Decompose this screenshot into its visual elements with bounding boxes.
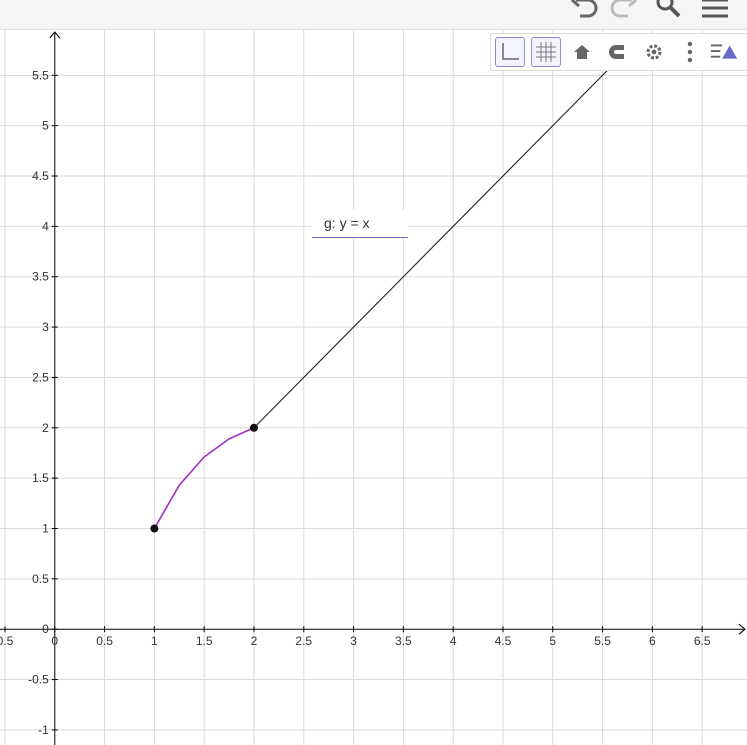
style-bar-toggle-button[interactable]: [709, 37, 739, 67]
y-tick-label: 0.5: [32, 572, 49, 586]
x-tick-label: 0.5: [96, 634, 113, 648]
home-button[interactable]: [567, 37, 597, 67]
x-tick-label: 6: [649, 634, 656, 648]
object-label[interactable]: g: y = x: [312, 210, 408, 238]
x-tick-label: 2: [251, 634, 258, 648]
top-toolbar: [0, 0, 747, 30]
grid-icon: [536, 42, 556, 62]
x-tick-label: 3.5: [395, 634, 412, 648]
menu-icon[interactable]: [698, 0, 734, 22]
settings-button[interactable]: [639, 37, 669, 67]
y-tick-label: 1.5: [32, 471, 49, 485]
y-tick-label: 2: [42, 421, 49, 435]
axes-toggle-button[interactable]: [495, 37, 525, 67]
y-tick-label: 5: [42, 119, 49, 133]
y-tick-label: 5.5: [32, 68, 49, 82]
y-tick-label: 3: [42, 320, 49, 334]
x-tick-label: 1: [151, 634, 158, 648]
x-tick-label: 2.5: [295, 634, 312, 648]
gear-icon: [646, 44, 662, 60]
search-icon[interactable]: [650, 0, 686, 22]
style-bar-icon: [710, 44, 738, 59]
axis-tick-labels: 0.5 0 0.5 1 1.5 2 2.5 3 3.5 4 4.5 5 5.5 6 6.5 5.5 5 4.5 4 3…: [0, 68, 711, 737]
x-tick-label: 0: [51, 634, 58, 648]
x-tick-label: 3: [350, 634, 357, 648]
x-tick-label: 4.5: [495, 634, 512, 648]
graphics-view[interactable]: 0.5 0 0.5 1 1.5 2 2.5 3 3.5 4 4.5 5 5.5 6 6.5 5.5 5 4.5 4 3…: [0, 30, 747, 745]
magnet-icon: [609, 45, 624, 59]
more-options-button[interactable]: [675, 37, 705, 67]
home-icon: [574, 45, 590, 59]
more-vertical-icon: [687, 41, 693, 63]
y-tick-label: 4.5: [32, 169, 49, 183]
y-tick-label: 4: [42, 219, 49, 233]
x-tick-label: 6.5: [694, 634, 711, 648]
snapping-button[interactable]: [603, 37, 633, 67]
line-g-series: [253, 69, 608, 429]
y-tick-label: 2.5: [32, 370, 49, 384]
x-tick-label: 5: [549, 634, 556, 648]
y-tick-label: -1: [38, 723, 49, 737]
x-tick-label: 4: [450, 634, 457, 648]
graphics-style-bar: [490, 33, 747, 71]
plot-point: [249, 423, 258, 432]
plot-series: [153, 69, 608, 529]
x-tick-label: 5.5: [594, 634, 611, 648]
y-tick-label: -0.5: [28, 673, 49, 687]
axes-icon: [502, 43, 519, 60]
y-tick-label: 3.5: [32, 270, 49, 284]
grid-toggle-button[interactable]: [531, 37, 561, 67]
plot-point: [150, 524, 159, 533]
redo-icon[interactable]: [604, 0, 640, 22]
x-tick-label: 0.5: [0, 634, 14, 648]
y-tick-label: 0: [42, 622, 49, 636]
y-tick-label: 1: [42, 521, 49, 535]
x-tick-label: 1.5: [196, 634, 213, 648]
undo-icon[interactable]: [568, 0, 604, 22]
